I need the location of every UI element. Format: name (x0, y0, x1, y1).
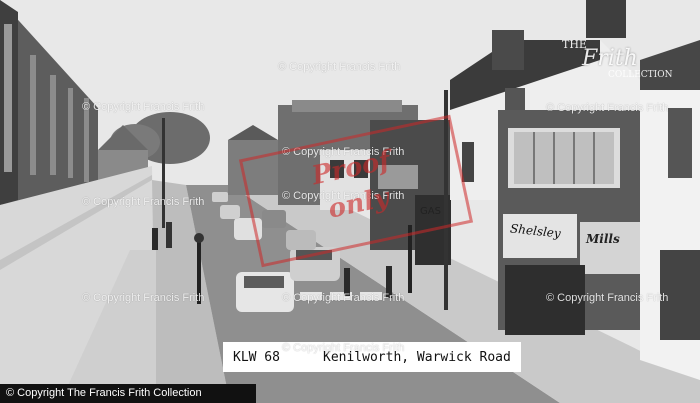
watermark: © Copyright Francis Frith (546, 292, 669, 304)
watermark: © Copyright Francis Frith (278, 61, 401, 73)
shop-sign-mills: Mills (586, 232, 620, 246)
watermark: © Copyright Francis Frith (82, 101, 205, 113)
watermark: © Copyright Francis Frith (82, 292, 205, 304)
watermark: © Copyright Francis Frith (282, 342, 405, 354)
copyright-text: © Copyright The Francis Frith Collection (6, 387, 202, 399)
caption-code: KLW 68 (233, 350, 280, 365)
logo-line-3: COLLECTION (608, 70, 673, 80)
street-photograph: © Copyright Francis Frith © Copyright Fr… (0, 0, 700, 403)
watermark: © Copyright Francis Frith (282, 292, 405, 304)
copyright-bar: © Copyright The Francis Frith Collection (0, 384, 256, 403)
frith-collection-logo: THE Frith COLLECTION (562, 28, 680, 84)
shop-sign-gas: GAS (420, 206, 441, 217)
watermark: © Copyright Francis Frith (546, 102, 669, 114)
watermark: © Copyright Francis Frith (82, 196, 205, 208)
logo-line-2: Frith (582, 46, 638, 71)
